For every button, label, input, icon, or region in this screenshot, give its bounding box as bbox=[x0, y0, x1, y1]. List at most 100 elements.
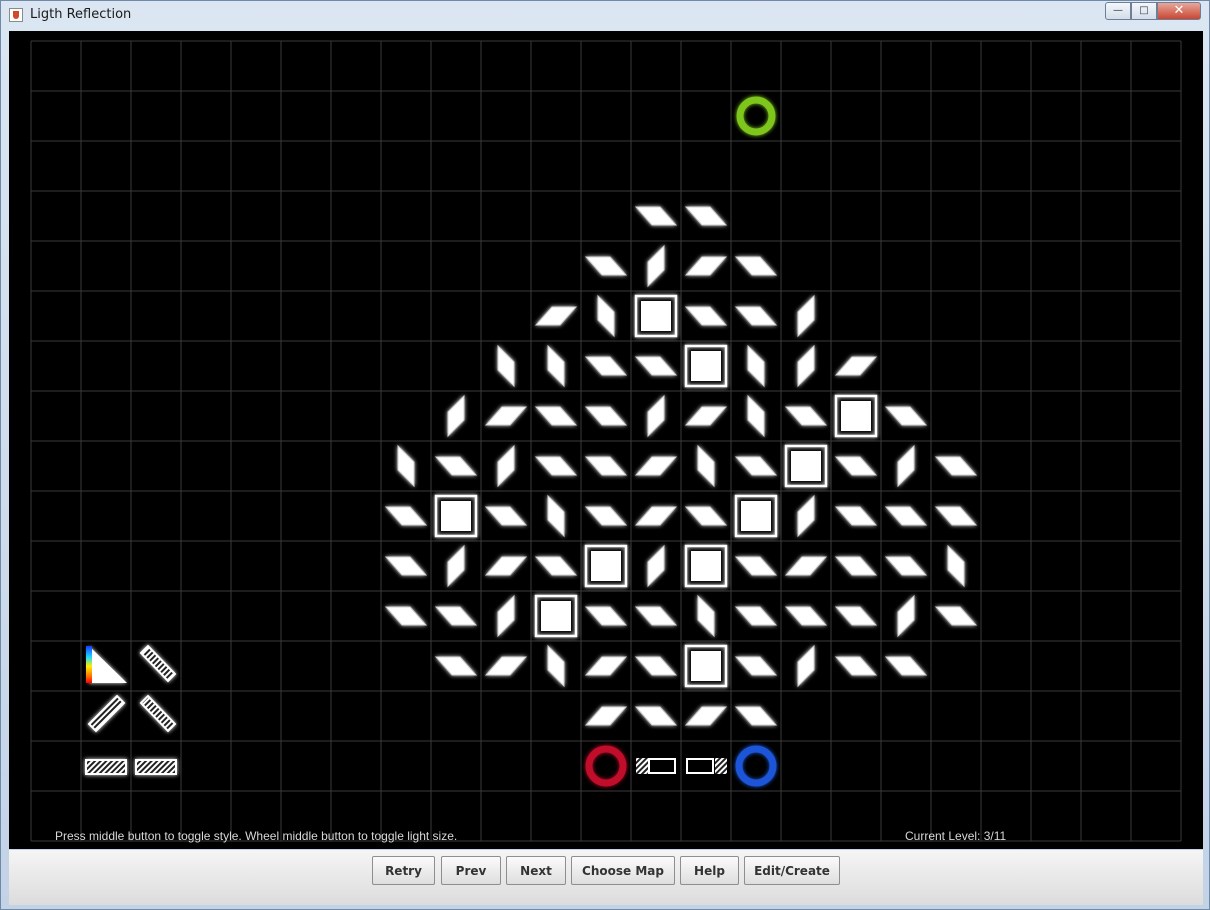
mirror-vertical-backslash[interactable] bbox=[397, 444, 415, 488]
mirror-vertical-slash[interactable] bbox=[897, 594, 915, 638]
mirror-slash[interactable] bbox=[634, 456, 678, 476]
game-board[interactable]: Press middle button to toggle style. Whe… bbox=[9, 31, 1203, 849]
mirror-backslash[interactable] bbox=[834, 656, 878, 676]
mirror-vertical-slash[interactable] bbox=[497, 594, 515, 638]
mirror-backslash[interactable] bbox=[384, 556, 428, 576]
mirror-backslash[interactable] bbox=[634, 356, 678, 376]
mirror-backslash[interactable] bbox=[484, 506, 528, 526]
block-piece[interactable] bbox=[791, 451, 821, 481]
mirror-vertical-slash[interactable] bbox=[447, 544, 465, 588]
close-icon[interactable]: ✕ bbox=[1157, 2, 1201, 20]
mirror-backslash[interactable] bbox=[734, 606, 778, 626]
emitter-box[interactable] bbox=[686, 758, 714, 774]
block-piece[interactable] bbox=[741, 501, 771, 531]
mirror-backslash[interactable] bbox=[584, 256, 628, 276]
mirror-backslash[interactable] bbox=[584, 456, 628, 476]
mirror-backslash[interactable] bbox=[734, 656, 778, 676]
mirror-backslash[interactable] bbox=[634, 656, 678, 676]
mirror-backslash[interactable] bbox=[434, 456, 478, 476]
mirror-backslash[interactable] bbox=[734, 556, 778, 576]
block-piece[interactable] bbox=[441, 501, 471, 531]
mirror-backslash[interactable] bbox=[584, 356, 628, 376]
retry-button[interactable]: Retry bbox=[372, 856, 435, 885]
mirror-vertical-slash[interactable] bbox=[797, 344, 815, 388]
mirror-backslash[interactable] bbox=[934, 456, 978, 476]
prism-tool-icon[interactable] bbox=[89, 646, 127, 683]
game-board-svg[interactable] bbox=[9, 31, 1203, 849]
mirror-backslash[interactable] bbox=[834, 556, 878, 576]
mirror-vertical-backslash[interactable] bbox=[547, 644, 565, 688]
mirror-backslash[interactable] bbox=[834, 606, 878, 626]
mirror-backslash[interactable] bbox=[384, 606, 428, 626]
mirror-backslash[interactable] bbox=[584, 606, 628, 626]
mirror-backslash[interactable] bbox=[634, 706, 678, 726]
mirror-slash[interactable] bbox=[834, 356, 878, 376]
mirror-vertical-slash[interactable] bbox=[647, 544, 665, 588]
emitter-box[interactable] bbox=[648, 758, 676, 774]
minimize-icon[interactable]: — bbox=[1105, 2, 1131, 20]
mirror-backslash[interactable] bbox=[734, 706, 778, 726]
mirror-backslash[interactable] bbox=[784, 606, 828, 626]
help-button[interactable]: Help bbox=[680, 856, 739, 885]
mirror-vertical-backslash[interactable] bbox=[697, 594, 715, 638]
mirror-backslash[interactable] bbox=[584, 506, 628, 526]
block-piece[interactable] bbox=[641, 301, 671, 331]
mirror-backslash[interactable] bbox=[884, 506, 928, 526]
mirror-backslash[interactable] bbox=[534, 556, 578, 576]
mirror-backslash[interactable] bbox=[434, 606, 478, 626]
block-piece[interactable] bbox=[691, 651, 721, 681]
mirror-slash[interactable] bbox=[684, 706, 728, 726]
block-piece[interactable] bbox=[841, 401, 871, 431]
mirror-backslash[interactable] bbox=[534, 456, 578, 476]
mirror-slash[interactable] bbox=[784, 556, 828, 576]
mirror-backslash[interactable] bbox=[684, 306, 728, 326]
block-piece[interactable] bbox=[691, 351, 721, 381]
mirror-slash[interactable] bbox=[584, 656, 628, 676]
mirror-slash[interactable] bbox=[684, 256, 728, 276]
title-bar[interactable]: Ligth Reflection — □ ✕ bbox=[1, 1, 1209, 29]
hatched-mirror-tool-icon[interactable] bbox=[87, 694, 126, 733]
mirror-vertical-backslash[interactable] bbox=[747, 394, 765, 438]
mirror-backslash[interactable] bbox=[884, 656, 928, 676]
mirror-backslash[interactable] bbox=[784, 406, 828, 426]
mirror-vertical-slash[interactable] bbox=[797, 644, 815, 688]
mirror-slash[interactable] bbox=[484, 406, 528, 426]
mirror-backslash[interactable] bbox=[534, 406, 578, 426]
mirror-slash[interactable] bbox=[634, 506, 678, 526]
block-piece[interactable] bbox=[541, 601, 571, 631]
mirror-vertical-slash[interactable] bbox=[447, 394, 465, 438]
mirror-vertical-backslash[interactable] bbox=[747, 344, 765, 388]
block-piece[interactable] bbox=[591, 551, 621, 581]
mirror-backslash[interactable] bbox=[884, 406, 928, 426]
mirror-slash[interactable] bbox=[534, 306, 578, 326]
mirror-vertical-backslash[interactable] bbox=[547, 494, 565, 538]
mirror-vertical-backslash[interactable] bbox=[697, 444, 715, 488]
mirror-backslash[interactable] bbox=[734, 256, 778, 276]
mirror-backslash[interactable] bbox=[834, 456, 878, 476]
block-piece[interactable] bbox=[691, 551, 721, 581]
mirror-vertical-slash[interactable] bbox=[647, 244, 665, 288]
maximize-icon[interactable]: □ bbox=[1131, 2, 1157, 20]
hatched-bar-tool-icon[interactable] bbox=[85, 759, 127, 775]
mirror-vertical-slash[interactable] bbox=[797, 294, 815, 338]
mirror-vertical-backslash[interactable] bbox=[497, 344, 515, 388]
prev-button[interactable]: Prev bbox=[441, 856, 501, 885]
mirror-backslash[interactable] bbox=[834, 506, 878, 526]
mirror-backslash[interactable] bbox=[434, 656, 478, 676]
hatched-bar-tool-icon[interactable] bbox=[135, 759, 177, 775]
mirror-vertical-backslash[interactable] bbox=[597, 294, 615, 338]
green-ring-target-icon[interactable] bbox=[736, 96, 776, 136]
mirror-slash[interactable] bbox=[484, 656, 528, 676]
mirror-vertical-slash[interactable] bbox=[647, 394, 665, 438]
hatched-mirror-tool-icon[interactable] bbox=[139, 694, 177, 733]
next-button[interactable]: Next bbox=[506, 856, 566, 885]
mirror-vertical-slash[interactable] bbox=[797, 494, 815, 538]
mirror-backslash[interactable] bbox=[634, 206, 678, 226]
mirror-backslash[interactable] bbox=[684, 506, 728, 526]
mirror-backslash[interactable] bbox=[384, 506, 428, 526]
mirror-backslash[interactable] bbox=[884, 556, 928, 576]
mirror-backslash[interactable] bbox=[584, 406, 628, 426]
mirror-backslash[interactable] bbox=[734, 456, 778, 476]
mirror-vertical-slash[interactable] bbox=[897, 444, 915, 488]
mirror-slash[interactable] bbox=[584, 706, 628, 726]
